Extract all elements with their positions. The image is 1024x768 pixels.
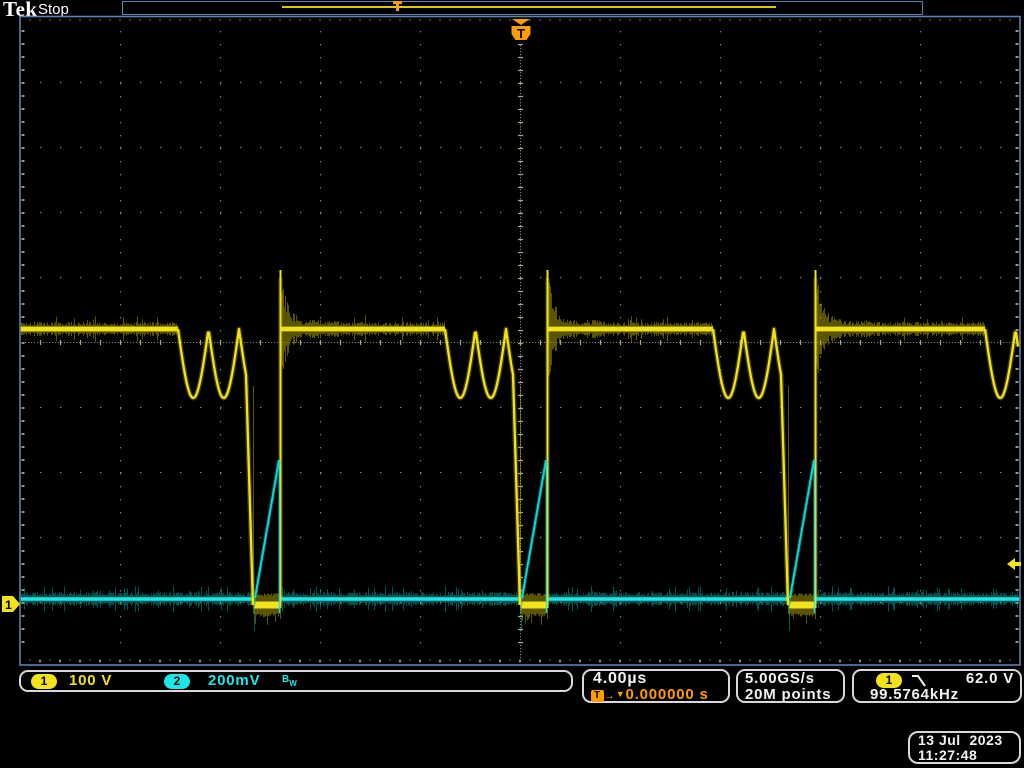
ch1-burst xyxy=(445,329,520,605)
trigger-position-label: T xyxy=(517,26,525,41)
record-length: 20M points xyxy=(745,686,831,703)
timebase-readout-box: 4.00µs T→▼0.000000 s xyxy=(582,669,730,703)
ch1-ground-marker-label: 1 xyxy=(5,598,12,612)
trigger-level: 62.0 V xyxy=(966,670,1014,687)
bandwidth-limit-icon: BW xyxy=(282,673,297,691)
channel2-badge: 2 xyxy=(164,674,190,689)
acquisition-readout-box: 5.00GS/s 20M points xyxy=(736,669,845,703)
trigger-readout-box: 1 62.0 V 99.5764kHz xyxy=(852,669,1022,703)
ch1-burst xyxy=(713,329,788,605)
trigger-position-arrow xyxy=(512,19,530,25)
sample-rate: 5.00GS/s xyxy=(745,670,815,687)
channel-readout-box: 1 100 V 2 200mV BW xyxy=(19,670,573,692)
graticule-and-waveforms: 1T xyxy=(0,0,1024,768)
trigger-frequency: 99.5764kHz xyxy=(870,686,959,703)
ch1-baseline xyxy=(22,327,985,609)
time-readout: 11:27:48 xyxy=(918,747,977,763)
trigger-level-arrow xyxy=(1007,558,1021,570)
ch1-burst xyxy=(178,329,253,605)
trigger-t-icon: T xyxy=(591,690,604,702)
channel1-badge: 1 xyxy=(31,674,57,689)
ch1-flyback-spikes xyxy=(281,270,816,608)
oscilloscope-screen: Tek Stop 1T 1 100 V 2 200mV BW 4.00µs T→… xyxy=(0,0,1024,768)
channel1-scale: 100 V xyxy=(69,672,112,689)
ch1-burst xyxy=(985,329,1018,398)
datetime-box: 13 Jul 2023 11:27:48 xyxy=(908,731,1021,764)
date-readout: 13 Jul 2023 xyxy=(918,732,1003,748)
channel2-scale: 200mV xyxy=(208,672,260,689)
trigger-position-readout: T→▼0.000000 s xyxy=(591,686,709,703)
